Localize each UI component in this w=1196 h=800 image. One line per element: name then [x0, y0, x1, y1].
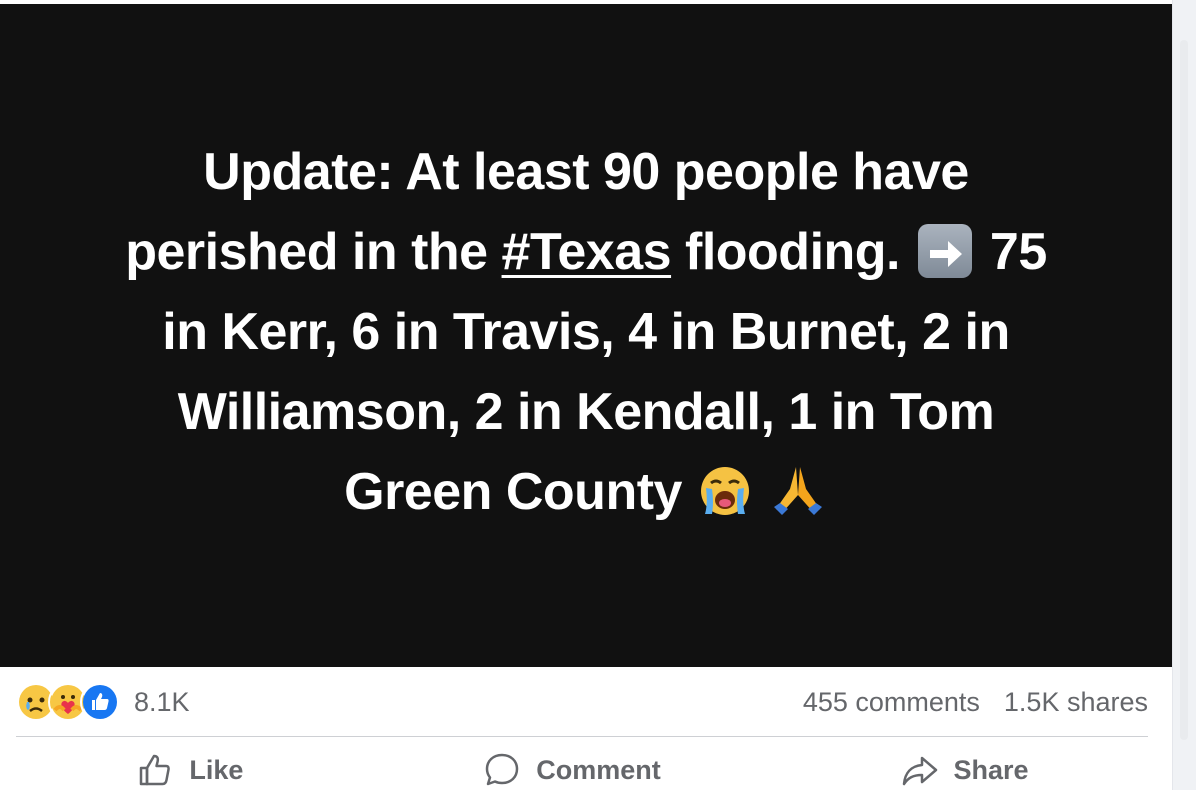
comments-count-link[interactable]: 455 comments	[803, 687, 980, 718]
engagement-counts: 455 comments 1.5K shares	[803, 687, 1148, 718]
share-label: Share	[953, 754, 1029, 785]
post-actions: Like Comment Share	[16, 740, 1148, 800]
loudly-crying-face-icon	[696, 462, 754, 520]
reaction-count[interactable]: 8.1K	[134, 687, 190, 718]
right-arrow-icon	[917, 223, 972, 278]
media-text-line-4: Williamson, 2 in Kendall, 1 in Tom	[177, 382, 995, 441]
media-text-line-3: in Kerr, 6 in Travis, 4 in Burnet, 2 in	[162, 302, 1010, 361]
media-text-line-2: perished in the #Texas flooding. 75	[46, 212, 1126, 292]
like-label: Like	[189, 754, 244, 785]
reaction-icons	[16, 682, 120, 722]
post-stats-bar: 8.1K 455 comments 1.5K shares	[16, 668, 1148, 737]
media-text-segment: perished in the	[125, 222, 502, 281]
shares-count-link[interactable]: 1.5K shares	[1004, 687, 1148, 718]
scrollbar-track[interactable]	[1180, 40, 1188, 740]
folded-hands-icon	[768, 459, 828, 519]
hashtag-link[interactable]: #Texas	[502, 223, 672, 281]
reactions-summary[interactable]: 8.1K	[16, 682, 190, 722]
media-text-line-1: Update: At least 90 people have	[203, 142, 969, 201]
like-reaction-icon	[80, 682, 120, 722]
comment-bubble-icon	[485, 753, 519, 786]
media-text-segment: Green County	[344, 462, 682, 521]
post-media[interactable]: Update: At least 90 people have perished…	[0, 4, 1172, 667]
thumbs-up-icon	[140, 754, 171, 786]
comment-label: Comment	[536, 754, 661, 785]
media-text-segment: flooding.	[671, 222, 900, 281]
media-text-segment: 75	[989, 222, 1047, 281]
post-media-text: Update: At least 90 people have perished…	[46, 132, 1126, 532]
share-arrow-icon	[902, 756, 937, 786]
media-text-line-5: Green County	[46, 452, 1126, 532]
